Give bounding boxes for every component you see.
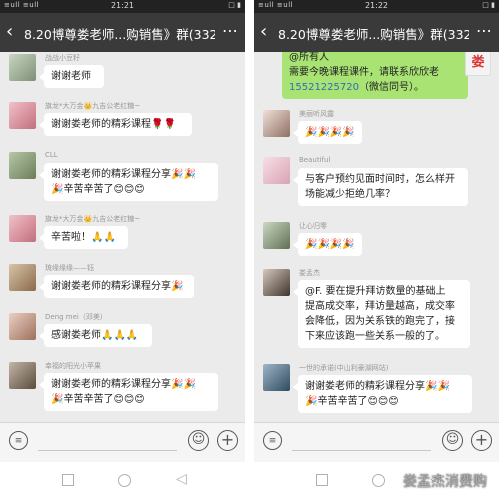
message-input[interactable] [292, 450, 431, 451]
avatar[interactable] [9, 362, 36, 389]
battery-indicator: □ ▮ [228, 1, 241, 9]
avatar[interactable] [263, 222, 290, 249]
avatar[interactable] [263, 157, 290, 184]
home-icon[interactable] [372, 474, 385, 487]
message-bubble[interactable]: 谢谢娄老师的精彩课程分享🎉 [39, 275, 194, 298]
message-bubble[interactable]: 辛苦啦！🙏🙏 [39, 226, 128, 249]
back-arrow-icon[interactable]: ‹ [260, 22, 267, 42]
input-bar: ≡ ☺ + [254, 422, 499, 462]
voice-input-icon[interactable]: ≡ [263, 431, 282, 450]
back-nav-icon[interactable]: ◁ [176, 471, 187, 487]
sender-name: CLL [45, 151, 58, 159]
voice-input-icon[interactable]: ≡ [9, 431, 28, 450]
back-arrow-icon[interactable]: ‹ [6, 22, 13, 42]
left-chat-screen: ≡ull ≡ull 21:21 □ ▮ ‹ 8.20博尊娄老师...购销售》群(… [0, 0, 245, 498]
avatar[interactable] [9, 54, 36, 81]
input-bar: ≡ ☺ + [0, 422, 245, 462]
recent-apps-icon[interactable] [62, 474, 74, 486]
more-options-icon[interactable]: ⋯ [476, 21, 493, 40]
message-bubble[interactable]: 谢谢娄老师的精彩课程分享🎉🎉 🎉辛苦辛苦了😊😊😊 [39, 163, 218, 201]
emoji-icon[interactable]: ☺ [188, 430, 209, 451]
sender-name: 让心归零 [299, 222, 327, 230]
group-title: 8.20博尊娄老师...购销售》群(332) [278, 27, 469, 42]
right-chat-screen: ≡ull ≡ull 21:22 □ ▮ ‹ 8.20博尊娄老师...购销售》群(… [254, 0, 499, 498]
group-title: 8.20博尊娄老师...购销售》群(332) [24, 27, 215, 42]
message-list[interactable]: @所有人 需要今晚课程课件，请联系欣欣老 15521225720（微信同号）。 … [254, 52, 499, 423]
sender-name: 一世的承诺(中山利豪湖网站) [299, 364, 389, 372]
sender-name: Beautiful [299, 156, 331, 164]
own-message-bubble[interactable]: @所有人 需要今晚课程课件，请联系欣欣老 15521225720（微信同号）。 [282, 52, 468, 99]
message-bubble[interactable]: 谢谢娄老师的精彩课程🌹🌹 [39, 113, 192, 136]
emoji-icon[interactable]: ☺ [442, 430, 463, 451]
message-bubble[interactable]: @F. 要在提升拜访数量的基础上 提高成交率，拜访量越高，成交率 会降低，因为关系铁… [293, 280, 470, 348]
avatar[interactable] [263, 110, 290, 137]
status-time: 21:22 [364, 1, 389, 10]
avatar[interactable] [263, 364, 290, 391]
avatar[interactable] [9, 152, 36, 179]
system-nav-bar: ◁ 娄孟杰消费购 [254, 462, 499, 498]
sender-name: Deng mei（邓美） [45, 313, 107, 321]
chat-header: ‹ 8.20博尊娄老师...购销售》群(332) ⋯ [254, 13, 499, 52]
message-list[interactable]: 战战小豆籽 谢谢老师 旗龙*大万金👑九吉公老红糖~ 谢谢娄老师的精彩课程🌹🌹 C… [0, 52, 245, 423]
system-nav-bar: ◁ [0, 462, 245, 498]
sender-name: 琉缘缘缘——钰 [45, 264, 94, 272]
avatar[interactable] [9, 215, 36, 242]
home-icon[interactable] [118, 474, 131, 487]
sender-name: 娄孟杰 [299, 269, 320, 277]
sender-name: 幸福的阳光小苹果 [45, 362, 101, 370]
avatar[interactable] [9, 313, 36, 340]
avatar[interactable] [9, 264, 36, 291]
message-bubble[interactable]: 🎉🎉🎉🎉 [293, 233, 362, 256]
own-avatar[interactable]: 娄 [465, 52, 491, 76]
battery-indicator: □ ▮ [482, 1, 495, 9]
message-bubble[interactable]: 🎉🎉🎉🎉 [293, 121, 362, 144]
add-attachment-icon[interactable]: + [471, 430, 492, 451]
message-bubble[interactable]: 谢谢老师 [39, 65, 104, 88]
recent-apps-icon[interactable] [316, 474, 328, 486]
chat-header: ‹ 8.20博尊娄老师...购销售》群(332) ⋯ [0, 13, 245, 52]
status-bar: ≡ull ≡ull 21:22 □ ▮ [254, 0, 499, 13]
sender-name: 旗龙*大万金👑九吉公老红糖~ [45, 215, 141, 223]
message-input[interactable] [38, 450, 177, 451]
sender-name: 旗龙*大万金👑九吉公老红糖~ [45, 102, 141, 110]
more-options-icon[interactable]: ⋯ [222, 21, 239, 40]
message-bubble[interactable]: 谢谢娄老师的精彩课程分享🎉🎉 🎉辛苦辛苦了😊😊😊 [39, 373, 218, 411]
avatar[interactable] [263, 269, 290, 296]
status-time: 21:21 [110, 1, 135, 10]
watermark: 娄孟杰消费购 [403, 474, 487, 490]
sender-name: 美丽听风露 [299, 110, 334, 118]
panel-divider [245, 0, 254, 498]
sender-name: 战战小豆籽 [45, 54, 80, 62]
message-bubble[interactable]: 感谢娄老师🙏🙏🙏 [39, 324, 152, 347]
phone-link[interactable]: 15521225720 [289, 82, 359, 93]
status-bar: ≡ull ≡ull 21:21 □ ▮ [0, 0, 245, 13]
add-attachment-icon[interactable]: + [217, 430, 238, 451]
message-bubble[interactable]: 谢谢娄老师的精彩课程分享🎉🎉 🎉辛苦辛苦了😊😊😊 [293, 375, 472, 413]
message-bubble[interactable]: 与客户预约见面时间时，怎么样开 场能减少拒绝几率？ [293, 168, 468, 206]
avatar[interactable] [9, 102, 36, 129]
